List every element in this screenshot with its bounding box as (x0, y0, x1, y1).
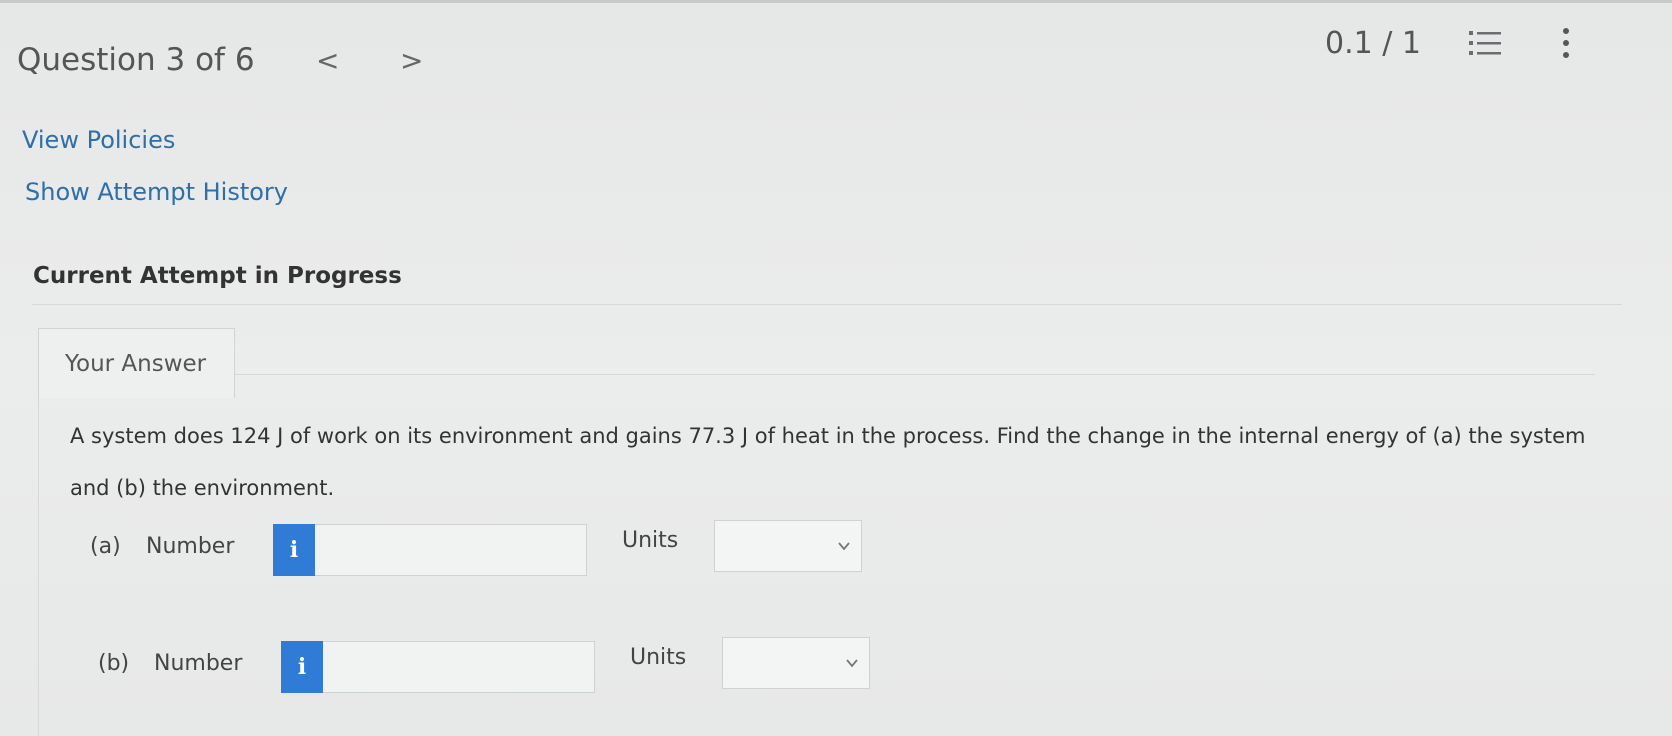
tab-baseline (235, 374, 1595, 375)
list-icon[interactable] (1467, 28, 1503, 58)
page: Question 3 of 6 < > 0.1 / 1 View Policie… (0, 0, 1672, 736)
units-label-a: Units (622, 528, 679, 553)
score-display: 0.1 / 1 (1325, 26, 1421, 61)
units-label-b: Units (630, 645, 687, 670)
chevron-down-icon (838, 542, 850, 551)
units-select-a[interactable] (714, 520, 862, 572)
units-select-b[interactable] (722, 637, 870, 689)
kebab-menu-icon[interactable] (1560, 26, 1572, 60)
question-text: A system does 124 J of work on its envir… (70, 424, 1586, 500)
chevron-down-icon (846, 659, 858, 668)
number-input-a[interactable] (315, 524, 587, 576)
info-icon-b[interactable]: i (281, 641, 323, 693)
number-label-b: Number (154, 651, 243, 676)
tab-your-answer[interactable]: Your Answer (38, 328, 235, 398)
current-attempt-heading: Current Attempt in Progress (33, 263, 402, 289)
top-border (0, 0, 1672, 3)
view-policies-link[interactable]: View Policies (22, 126, 175, 154)
part-label-b: (b) (98, 651, 130, 676)
part-label-a: (a) (90, 534, 121, 559)
number-label-a: Number (146, 534, 235, 559)
panel-left-border (38, 398, 39, 736)
previous-question-button[interactable]: < (316, 44, 339, 77)
tab-your-answer-label: Your Answer (65, 351, 207, 377)
number-input-b[interactable] (323, 641, 595, 693)
question-title: Question 3 of 6 (17, 42, 255, 78)
show-attempt-history-link[interactable]: Show Attempt History (25, 178, 288, 206)
info-icon-a[interactable]: i (273, 524, 315, 576)
next-question-button[interactable]: > (400, 44, 423, 77)
divider (32, 304, 1622, 305)
